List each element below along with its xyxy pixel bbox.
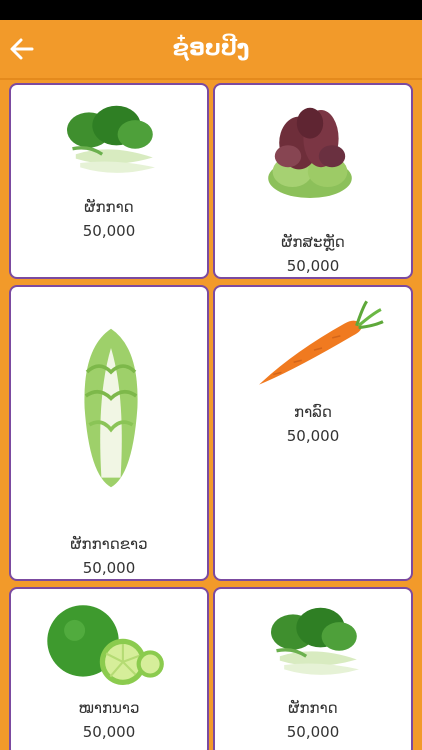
- product-price: 50,000: [82, 559, 136, 577]
- bok-choy-image: [271, 607, 359, 675]
- product-name: ຜັກສະຫຼັດ: [281, 233, 345, 251]
- red-lettuce-image: [268, 107, 352, 198]
- product-name: ໝາກນາວ: [78, 699, 140, 717]
- product-price: 50,000: [286, 427, 340, 445]
- product-price: 50,000: [286, 723, 340, 741]
- product-card-bok-choy[interactable]: ຜັກກາດ 50,000: [9, 83, 209, 279]
- product-price: 50,000: [82, 723, 136, 741]
- product-card-bok-choy[interactable]: ຜັກກາດ 50,000: [213, 587, 413, 750]
- product-price: 50,000: [82, 222, 136, 240]
- product-card-napa-cabbage[interactable]: ຜັກກາດຂາວ 50,000: [9, 285, 209, 581]
- product-grid: ຜັກກາດ 50,000 ຜັກສະຫຼັດ 50,000 ຜັກກາດຂາວ…: [0, 80, 422, 750]
- carrot-image: [259, 300, 384, 385]
- product-name: ຜັກກາດ: [84, 198, 134, 216]
- lime-image: [47, 605, 164, 685]
- bok-choy-image: [67, 105, 155, 173]
- page-title: ຊ໋ອບປີງ: [172, 36, 250, 61]
- product-card-red-lettuce[interactable]: ຜັກສະຫຼັດ 50,000: [213, 83, 413, 279]
- product-name: ຜັກກາດຂາວ: [70, 535, 148, 553]
- status-bar: [0, 0, 422, 20]
- app-bar: ຊ໋ອບປີງ: [0, 20, 422, 80]
- product-name: ຜັກກາດ: [288, 699, 338, 717]
- product-card-lime[interactable]: ໝາກນາວ 50,000: [9, 587, 209, 750]
- product-price: 50,000: [286, 257, 340, 275]
- product-card-carrot[interactable]: ກາລົດ 50,000: [213, 285, 413, 581]
- napa-cabbage-image: [84, 328, 138, 488]
- product-name: ກາລົດ: [294, 403, 332, 421]
